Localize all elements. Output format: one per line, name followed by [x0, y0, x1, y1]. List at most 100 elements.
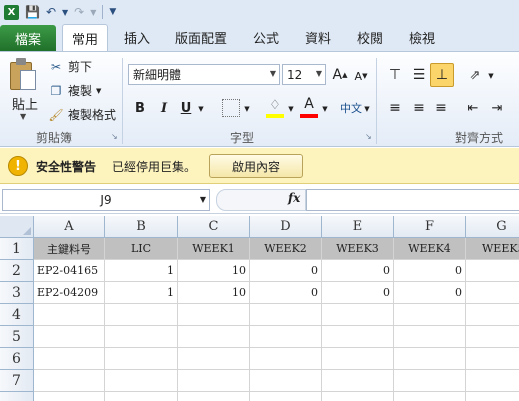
- cell-b2[interactable]: 1: [105, 260, 178, 282]
- italic-button[interactable]: I: [156, 98, 172, 118]
- cell-e1[interactable]: WEEK3: [322, 238, 394, 260]
- cell-b1[interactable]: LIC: [105, 238, 178, 260]
- chevron-down-icon[interactable]: ▼: [316, 69, 322, 78]
- chevron-down-icon[interactable]: ▼: [200, 195, 206, 204]
- decrease-indent-icon[interactable]: ⇤: [462, 98, 484, 118]
- paste-dropdown-icon[interactable]: ▼: [20, 112, 26, 121]
- cell-f4[interactable]: [394, 304, 466, 326]
- cell-d2[interactable]: 0: [250, 260, 322, 282]
- cell-a6[interactable]: [34, 348, 105, 370]
- underline-dropdown-icon[interactable]: ▼: [196, 100, 206, 118]
- cell-d8[interactable]: [250, 392, 322, 401]
- cell-d3[interactable]: 0: [250, 282, 322, 304]
- cell-d6[interactable]: [250, 348, 322, 370]
- cell-c2[interactable]: 10: [178, 260, 250, 282]
- phonetic-dropdown-icon[interactable]: ▼: [362, 100, 372, 118]
- borders-dropdown-icon[interactable]: ▼: [242, 100, 252, 118]
- name-box[interactable]: J9 ▼: [2, 189, 210, 211]
- paste-button-label[interactable]: 貼上: [12, 94, 38, 113]
- customize-qat-icon[interactable]: ▼: [109, 7, 116, 17]
- cell-a3[interactable]: EP2-04209: [34, 282, 105, 304]
- cell-a4[interactable]: [34, 304, 105, 326]
- cell-d4[interactable]: [250, 304, 322, 326]
- cell-e2[interactable]: 0: [322, 260, 394, 282]
- fill-bucket-icon[interactable]: ♢: [266, 96, 284, 114]
- cell-e7[interactable]: [322, 370, 394, 392]
- cell-f8[interactable]: [394, 392, 466, 401]
- tab-view[interactable]: 檢視: [402, 24, 442, 51]
- font-launcher-icon[interactable]: ↘: [365, 132, 372, 141]
- underline-button[interactable]: U: [178, 98, 194, 118]
- cell-c6[interactable]: [178, 348, 250, 370]
- grow-font-button[interactable]: A ▲: [332, 66, 348, 84]
- cell-g3[interactable]: [466, 282, 519, 304]
- row-header-8[interactable]: [0, 392, 34, 401]
- column-header-a[interactable]: A: [34, 216, 105, 238]
- cell-c8[interactable]: [178, 392, 250, 401]
- cell-d7[interactable]: [250, 370, 322, 392]
- increase-indent-icon[interactable]: ⇥: [486, 98, 508, 118]
- save-icon[interactable]: 💾: [25, 5, 40, 19]
- cell-g8[interactable]: [466, 392, 519, 401]
- tab-formulas[interactable]: 公式: [246, 24, 286, 51]
- row-header-7[interactable]: 7: [0, 370, 34, 392]
- cell-f1[interactable]: WEEK4: [394, 238, 466, 260]
- redo-icon[interactable]: ↷: [74, 5, 84, 19]
- cell-b8[interactable]: [105, 392, 178, 401]
- align-right-icon[interactable]: ≡: [430, 98, 452, 118]
- undo-dropdown-icon[interactable]: ▼: [62, 8, 68, 17]
- row-header-6[interactable]: 6: [0, 348, 34, 370]
- cell-e8[interactable]: [322, 392, 394, 401]
- tab-insert[interactable]: 插入: [116, 24, 158, 51]
- cell-g2[interactable]: [466, 260, 519, 282]
- row-header-4[interactable]: 4: [0, 304, 34, 326]
- insert-function-icon[interactable]: fx: [288, 191, 300, 205]
- cell-a2[interactable]: EP2-04165: [34, 260, 105, 282]
- fill-dropdown-icon[interactable]: ▼: [286, 100, 296, 118]
- orientation-icon[interactable]: ⇗: [464, 64, 486, 86]
- cell-c4[interactable]: [178, 304, 250, 326]
- align-left-icon[interactable]: ≡: [384, 98, 406, 118]
- format-painter-button[interactable]: 🖌 複製格式: [48, 106, 116, 123]
- column-header-b[interactable]: B: [105, 216, 178, 238]
- cell-g4[interactable]: [466, 304, 519, 326]
- cell-c5[interactable]: [178, 326, 250, 348]
- cell-f7[interactable]: [394, 370, 466, 392]
- column-header-f[interactable]: F: [394, 216, 466, 238]
- tab-data[interactable]: 資料: [298, 24, 338, 51]
- paste-icon[interactable]: [8, 58, 38, 92]
- cell-c3[interactable]: 10: [178, 282, 250, 304]
- chevron-down-icon[interactable]: ▼: [270, 69, 276, 78]
- cell-g6[interactable]: [466, 348, 519, 370]
- cell-a7[interactable]: [34, 370, 105, 392]
- cell-e5[interactable]: [322, 326, 394, 348]
- cell-a8[interactable]: [34, 392, 105, 401]
- font-color-icon[interactable]: A: [300, 95, 318, 113]
- formula-input[interactable]: [306, 189, 519, 211]
- undo-icon[interactable]: ↶: [46, 5, 56, 19]
- copy-button[interactable]: ❐ 複製 ▼: [48, 82, 102, 99]
- redo-dropdown-icon[interactable]: ▼: [90, 8, 96, 17]
- cell-a1[interactable]: 主鍵料号: [34, 238, 105, 260]
- cell-b4[interactable]: [105, 304, 178, 326]
- cell-b5[interactable]: [105, 326, 178, 348]
- row-header-2[interactable]: 2: [0, 260, 34, 282]
- cell-b3[interactable]: 1: [105, 282, 178, 304]
- column-header-g[interactable]: G: [466, 216, 519, 238]
- tab-file[interactable]: 檔案: [0, 25, 56, 51]
- cell-c1[interactable]: WEEK1: [178, 238, 250, 260]
- enable-content-button[interactable]: 啟用內容: [209, 154, 303, 178]
- align-bottom-icon[interactable]: ⊥: [430, 63, 454, 87]
- excel-app-icon[interactable]: X: [4, 4, 19, 20]
- select-all-button[interactable]: [0, 216, 34, 238]
- cell-e6[interactable]: [322, 348, 394, 370]
- tab-review[interactable]: 校閱: [350, 24, 390, 51]
- column-header-e[interactable]: E: [322, 216, 394, 238]
- row-header-3[interactable]: 3: [0, 282, 34, 304]
- orientation-dropdown-icon[interactable]: ▼: [486, 68, 496, 84]
- column-header-c[interactable]: C: [178, 216, 250, 238]
- font-color-dropdown-icon[interactable]: ▼: [320, 100, 330, 118]
- cell-d1[interactable]: WEEK2: [250, 238, 322, 260]
- cell-e3[interactable]: 0: [322, 282, 394, 304]
- cell-a5[interactable]: [34, 326, 105, 348]
